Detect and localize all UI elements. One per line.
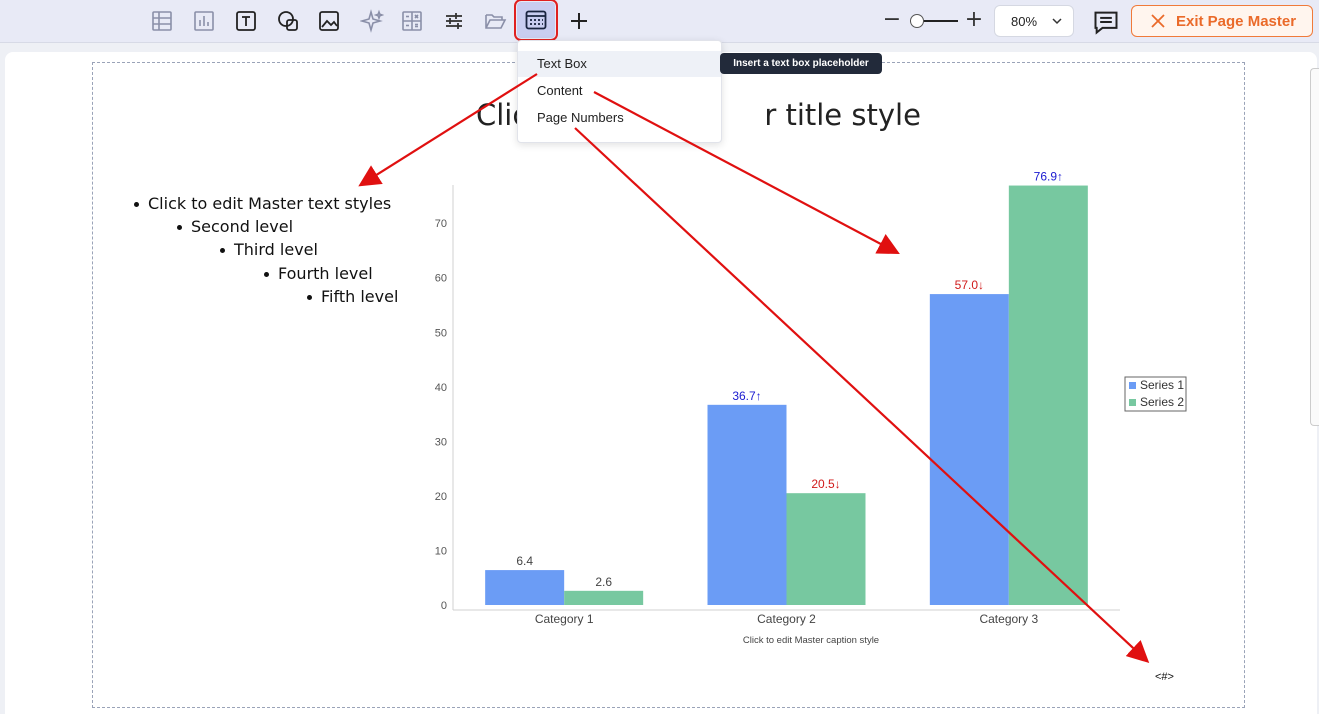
legend-swatch [1129,382,1136,389]
menu-item-page-numbers[interactable]: Page Numbers [518,105,721,131]
menu-item-text-box[interactable]: Text Box [518,51,721,77]
placeholder-menu: Text Box Content Page Numbers [517,40,722,143]
data-label: 57.0↓ [955,278,984,292]
y-tick-label: 40 [435,382,447,394]
y-tick-label: 50 [435,327,447,339]
data-label: 20.5↓ [811,477,840,491]
legend-label: Series 2 [1140,395,1184,409]
legend-swatch [1129,399,1136,406]
bar [1008,185,1088,605]
y-tick-label: 20 [435,491,447,503]
y-tick-label: 70 [435,218,447,230]
x-tick-label: Category 2 [757,612,816,626]
bar [929,294,1009,605]
bar [485,570,565,605]
data-label: 6.4 [516,554,533,568]
menu-item-content[interactable]: Content [518,78,721,104]
y-tick-label: 30 [435,436,447,448]
data-label: 2.6 [595,575,612,589]
page-number-placeholder[interactable]: <#> [1155,671,1174,683]
chart-caption: Click to edit Master caption style [743,635,879,646]
legend-label: Series 1 [1140,378,1184,392]
data-label: 36.7↑ [732,389,761,403]
bar [786,493,866,605]
y-tick-label: 60 [435,273,447,285]
x-tick-label: Category 1 [535,612,594,626]
tooltip: Insert a text box placeholder [720,53,882,74]
bar [564,590,644,605]
x-tick-label: Category 3 [979,612,1038,626]
bar [707,404,787,605]
data-label: 76.9↑ [1034,170,1063,184]
y-tick-label: 0 [441,600,447,612]
y-tick-label: 10 [435,545,447,557]
